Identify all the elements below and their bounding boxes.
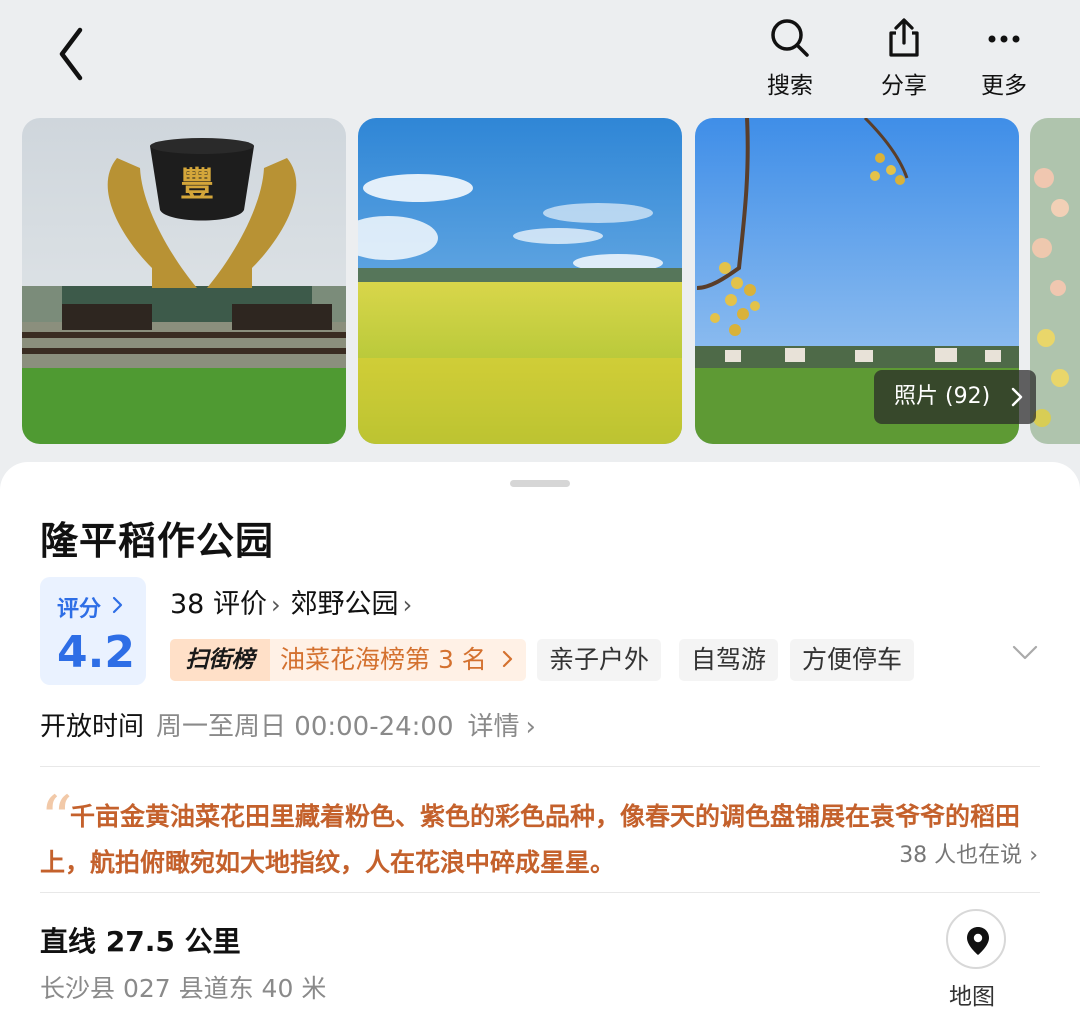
divider (40, 892, 1040, 893)
location-pin-icon (967, 927, 989, 955)
hours-value: 周一至周日 00:00-24:00 (156, 712, 454, 742)
reviews-link[interactable]: 38 评价 (170, 589, 267, 620)
share-icon (889, 18, 919, 57)
hours-label: 开放时间 (40, 712, 145, 742)
share-button[interactable]: 分享 (859, 16, 949, 100)
hours-detail-link[interactable]: 详情 (468, 712, 520, 742)
rating-label: 评分 (57, 597, 102, 622)
review-quote[interactable]: 千亩金黄油菜花田里藏着粉色、紫色的彩色品种，像春天的调色盘铺展在袁爷爷的稻田上，… (40, 794, 1030, 886)
chevron-right-icon: › (270, 591, 281, 619)
address-text[interactable]: 长沙县 027 县道东 40 米 (40, 969, 326, 1005)
chevron-right-icon (502, 650, 513, 668)
distance-text: 直线 27.5 公里 (40, 925, 241, 958)
photo-flowers[interactable] (1030, 118, 1080, 444)
tag-family-outdoor[interactable]: 亲子户外 (537, 639, 662, 681)
more-dots-icon (988, 35, 1020, 43)
tag-self-drive[interactable]: 自驾游 (679, 639, 779, 681)
expand-chevron-down-icon[interactable] (1012, 645, 1038, 661)
more-button[interactable]: 更多 (959, 16, 1049, 100)
opening-hours: 开放时间 周一至周日 00:00-24:00 详情 › (40, 706, 536, 743)
drag-handle[interactable] (510, 480, 570, 487)
search-label: 搜索 (767, 73, 813, 99)
more-label: 更多 (981, 73, 1027, 99)
chevron-right-icon: › (525, 712, 536, 742)
photo-count-button[interactable]: 照片 (92) (874, 370, 1036, 424)
ranking-logo: 扫街榜 (170, 639, 270, 681)
search-icon (771, 19, 809, 57)
chevron-left-icon (59, 27, 83, 81)
map-button[interactable] (946, 909, 1006, 969)
rating-value: 4.2 (57, 627, 135, 678)
sculpture-character: 豐 (180, 165, 214, 205)
tag-easy-parking[interactable]: 方便停车 (790, 639, 915, 681)
map-label: 地图 (949, 984, 995, 1010)
rating-badge[interactable]: 评分 4.2 (40, 577, 146, 685)
chevron-right-icon: › (402, 591, 413, 619)
back-button[interactable] (50, 22, 110, 86)
search-button[interactable]: 搜索 (745, 16, 835, 100)
quote-more-link[interactable]: 38 人也在说 › (899, 837, 1038, 869)
chevron-right-icon (1011, 387, 1023, 407)
photo-sculpture[interactable]: 豐 (22, 118, 346, 444)
reviews-row: 38 评价 › 郊野公园 › (170, 582, 422, 621)
place-title: 隆平稻作公园 (40, 519, 275, 563)
quote-more-label: 38 人也在说 (899, 843, 1023, 868)
category-link[interactable]: 郊野公园 (291, 589, 399, 620)
chevron-right-icon: › (1029, 843, 1038, 868)
place-info-sheet: 隆平稻作公园 评分 4.2 38 评价 › 郊野公园 › 扫街榜 油菜花海榜第 3 名… (0, 462, 1080, 1036)
photo-count-label: 照片 (92) (894, 384, 991, 409)
ranking-tag[interactable]: 扫街榜 油菜花海榜第 3 名 (170, 639, 526, 681)
share-label: 分享 (881, 73, 927, 99)
divider (40, 766, 1040, 767)
chevron-right-icon (112, 596, 123, 614)
ranking-text: 油菜花海榜第 3 名 (280, 645, 487, 674)
photo-rapeseed-field[interactable] (358, 118, 682, 444)
top-bar: 搜索 分享 更多 (0, 0, 1080, 110)
